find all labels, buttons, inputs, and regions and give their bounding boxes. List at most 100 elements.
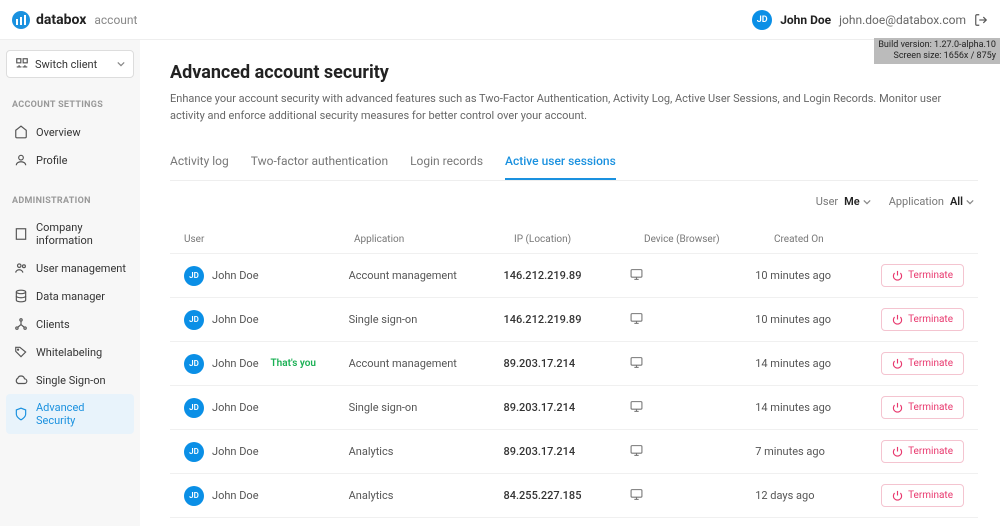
- sidebar-item-overview[interactable]: Overview: [6, 118, 134, 146]
- tab-two-factor[interactable]: Two-factor authentication: [251, 144, 388, 180]
- sidebar-item-label: Overview: [36, 126, 81, 139]
- th-ip: IP (Location): [514, 234, 644, 245]
- power-icon: [892, 358, 903, 369]
- logout-icon[interactable]: [974, 13, 988, 27]
- cloud-icon: [14, 373, 28, 387]
- tag-icon: [14, 345, 28, 359]
- topbar: databox account JD John Doe john.doe@dat…: [0, 0, 1000, 40]
- terminate-label: Terminate: [908, 358, 953, 369]
- table-row: JD John Doe That's you Account managemen…: [170, 341, 978, 385]
- monitor-icon: [629, 444, 644, 457]
- thats-you-badge: That's you: [271, 358, 316, 369]
- sidebar-item-label: User management: [36, 262, 126, 275]
- terminate-label: Terminate: [908, 402, 953, 413]
- row-device: [629, 400, 755, 416]
- row-app: Account management: [349, 269, 504, 282]
- page-description: Enhance your account security with advan…: [170, 91, 950, 124]
- filter-app-dropdown[interactable]: All: [950, 195, 974, 208]
- sidebar-item-label: Company information: [36, 221, 126, 247]
- row-ip: 89.203.17.214: [504, 445, 630, 458]
- filters: User Me Application All: [170, 195, 978, 208]
- debug-screen: Screen size: 1656x / 875y: [878, 51, 996, 62]
- shield-icon: [14, 407, 28, 421]
- row-user-name: John Doe: [212, 489, 259, 502]
- sidebar-item-users[interactable]: User management: [6, 254, 134, 282]
- terminate-label: Terminate: [908, 490, 953, 501]
- power-icon: [892, 402, 903, 413]
- user-area: JD John Doe john.doe@databox.com: [752, 10, 988, 30]
- table-row: JD John Doe Analytics 89.203.17.214 7 mi…: [170, 429, 978, 473]
- terminate-button[interactable]: Terminate: [881, 396, 964, 419]
- monitor-icon: [629, 268, 644, 281]
- network-icon: [14, 317, 28, 331]
- row-device: [629, 268, 755, 284]
- brand-sub: account: [94, 13, 137, 27]
- row-created: 7 minutes ago: [755, 445, 881, 458]
- sidebar-item-label: Whitelabeling: [36, 346, 102, 359]
- brand-name: databox: [36, 12, 86, 28]
- sidebar-item-profile[interactable]: Profile: [6, 146, 134, 174]
- filter-user-dropdown[interactable]: Me: [844, 195, 871, 208]
- row-ip: 146.212.219.89: [504, 313, 630, 326]
- page-title: Advanced account security: [170, 62, 978, 83]
- terminate-button[interactable]: Terminate: [881, 264, 964, 287]
- sidebar-item-whitelabel[interactable]: Whitelabeling: [6, 338, 134, 366]
- power-icon: [892, 270, 903, 281]
- sidebar-item-data[interactable]: Data manager: [6, 282, 134, 310]
- user-display-name: John Doe: [780, 13, 831, 27]
- terminate-label: Terminate: [908, 314, 953, 325]
- row-created: 10 minutes ago: [755, 313, 881, 326]
- sidebar-item-sso[interactable]: Single Sign-on: [6, 366, 134, 394]
- section-header-account: ACCOUNT SETTINGS: [6, 96, 134, 114]
- sidebar: Switch client ACCOUNT SETTINGS Overview …: [0, 40, 140, 526]
- terminate-button[interactable]: Terminate: [881, 484, 964, 507]
- building-icon: [14, 227, 28, 241]
- th-created: Created On: [774, 234, 904, 245]
- debug-info: Build version: 1.27.0-alpha.10 Screen si…: [874, 38, 1000, 64]
- th-app: Application: [354, 234, 514, 245]
- filter-app-value: All: [950, 195, 963, 208]
- row-device: [629, 356, 755, 372]
- avatar[interactable]: JD: [752, 10, 772, 30]
- row-device: [629, 444, 755, 460]
- sidebar-item-company[interactable]: Company information: [6, 214, 134, 254]
- sidebar-item-label: Clients: [36, 318, 70, 331]
- sidebar-item-security[interactable]: Advanced Security: [6, 394, 134, 434]
- users-icon: [14, 261, 28, 275]
- tab-active-sessions[interactable]: Active user sessions: [505, 144, 616, 180]
- main: Advanced account security Enhance your a…: [140, 40, 1000, 526]
- row-app: Single sign-on: [349, 401, 504, 414]
- database-icon: [14, 289, 28, 303]
- row-user-name: John Doe: [212, 401, 259, 414]
- terminate-button[interactable]: Terminate: [881, 352, 964, 375]
- row-app: Analytics: [349, 489, 504, 502]
- row-created: 14 minutes ago: [755, 357, 881, 370]
- terminate-label: Terminate: [908, 270, 953, 281]
- terminate-label: Terminate: [908, 446, 953, 457]
- power-icon: [892, 314, 903, 325]
- terminate-button[interactable]: Terminate: [881, 440, 964, 463]
- chevron-down-icon: [117, 60, 125, 68]
- brand-logo-icon: [12, 11, 30, 29]
- avatar: JD: [184, 266, 204, 286]
- power-icon: [892, 446, 903, 457]
- monitor-icon: [629, 488, 644, 501]
- sidebar-item-label: Profile: [36, 154, 67, 167]
- avatar: JD: [184, 310, 204, 330]
- tab-activity-log[interactable]: Activity log: [170, 144, 229, 180]
- filter-user-label: User: [816, 195, 838, 208]
- row-created: 14 minutes ago: [755, 401, 881, 414]
- sidebar-item-clients[interactable]: Clients: [6, 310, 134, 338]
- terminate-button[interactable]: Terminate: [881, 308, 964, 331]
- monitor-icon: [629, 312, 644, 325]
- table-row: JD John Doe Account management 146.212.2…: [170, 253, 978, 297]
- switch-client-dropdown[interactable]: Switch client: [6, 50, 134, 78]
- row-ip: 84.255.227.185: [504, 489, 630, 502]
- table-header: User Application IP (Location) Device (B…: [170, 226, 978, 253]
- row-ip: 89.203.17.214: [504, 401, 630, 414]
- table-row: JD John Doe Single sign-on 89.203.17.214…: [170, 385, 978, 429]
- sidebar-item-label: Advanced Security: [36, 401, 126, 427]
- avatar: JD: [184, 354, 204, 374]
- tab-login-records[interactable]: Login records: [410, 144, 483, 180]
- section-header-admin: ADMINISTRATION: [6, 192, 134, 210]
